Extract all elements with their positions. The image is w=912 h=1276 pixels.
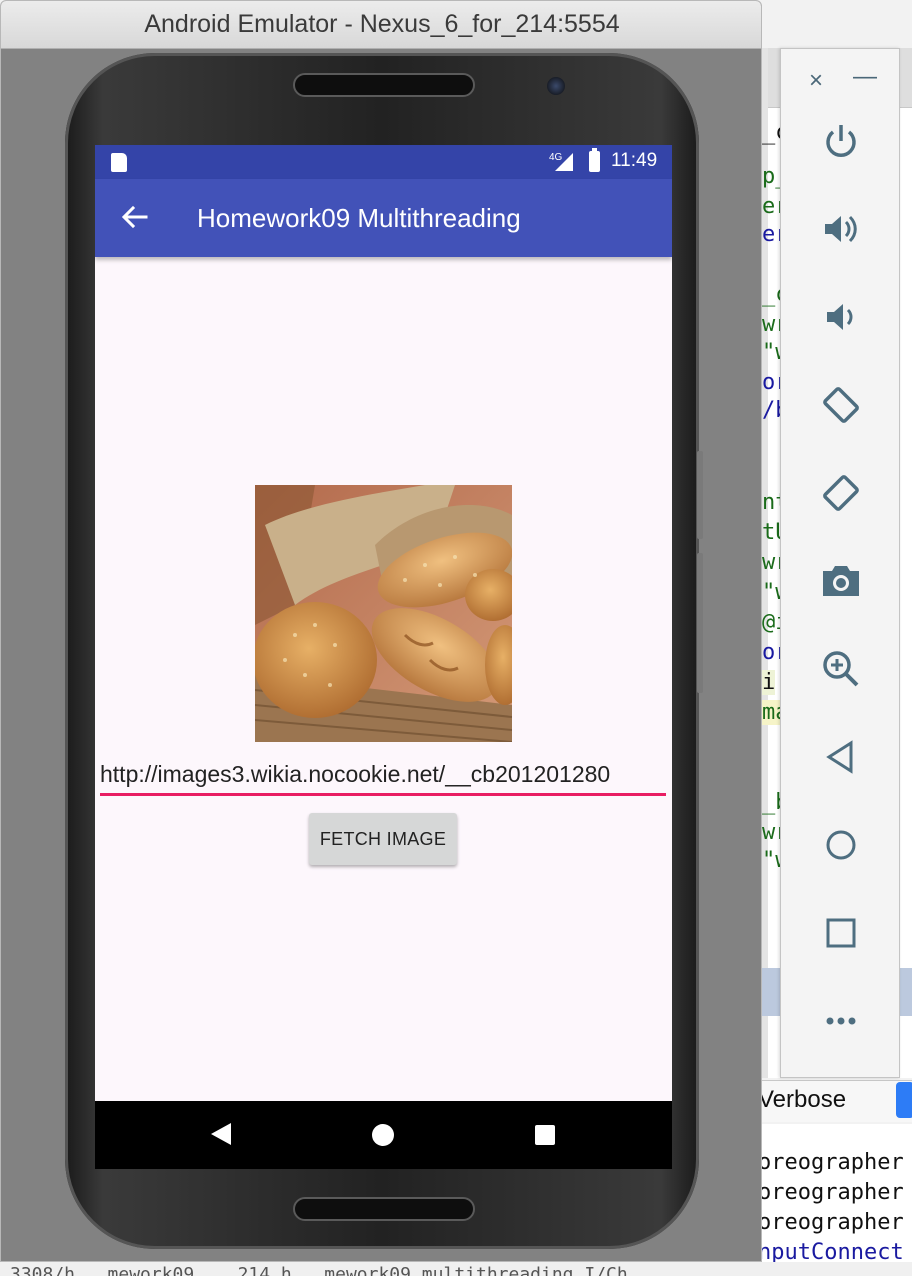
home-icon[interactable] [817, 821, 865, 869]
desktop: _c p_ er er _c wr "w or /b nt tU wr "w @… [0, 0, 912, 1276]
url-input-underline [100, 793, 666, 796]
emulator-toolbar: × — [780, 48, 900, 1078]
signal-icon [555, 153, 573, 171]
zoom-icon[interactable] [817, 645, 865, 693]
overview-icon[interactable] [817, 909, 865, 957]
front-camera [547, 77, 565, 95]
log-level-dropdown-button[interactable] [896, 1082, 912, 1118]
power-icon[interactable] [817, 117, 865, 165]
back-arrow-icon[interactable] [119, 201, 151, 233]
log-line: oreographer [758, 1180, 904, 1205]
nav-recents-icon[interactable] [535, 1125, 555, 1145]
page-title: Homework09 Multithreading [197, 203, 521, 233]
emulator-titlebar[interactable]: Android Emulator - Nexus_6_for_214:5554 [1, 1, 761, 49]
battery-icon [589, 148, 600, 172]
sd-card-icon [111, 153, 127, 172]
rotate-right-icon[interactable] [817, 469, 865, 517]
status-bar: 4G 11:49 [95, 145, 672, 179]
speaker-top [293, 73, 475, 97]
volume-up-icon[interactable] [817, 205, 865, 253]
fetch-image-button[interactable]: FETCH IMAGE [309, 813, 457, 865]
minimize-icon[interactable]: — [853, 63, 877, 91]
volume-rocker[interactable] [697, 451, 703, 539]
url-input[interactable]: http://images3.wikia.nocookie.net/__cb20… [100, 757, 666, 797]
power-side-button[interactable] [697, 553, 703, 693]
more-icon[interactable] [817, 997, 865, 1045]
close-icon[interactable]: × [809, 67, 823, 95]
emulator-window: Android Emulator - Nexus_6_for_214:5554 … [0, 0, 762, 1262]
speaker-bottom [293, 1197, 475, 1221]
nav-home-icon[interactable] [372, 1124, 394, 1146]
fetched-image [255, 485, 512, 742]
app-bar: Homework09 Multithreading [95, 179, 672, 257]
url-input-value[interactable]: http://images3.wikia.nocookie.net/__cb20… [100, 761, 666, 788]
nav-back-icon[interactable] [211, 1123, 231, 1145]
log-level-select[interactable]: Verbose [758, 1086, 846, 1114]
window-title: Android Emulator - Nexus_6_for_214:5554 [144, 10, 620, 38]
rotate-left-icon[interactable] [817, 381, 865, 429]
status-time: 11:49 [611, 150, 658, 171]
log-line: oreographer [758, 1150, 904, 1175]
log-line: 3308/h...mework09....214 h...mework09 mu… [10, 1264, 661, 1276]
code-line: i [762, 670, 776, 695]
back-icon[interactable] [817, 733, 865, 781]
camera-icon[interactable] [817, 557, 865, 605]
navigation-bar [95, 1101, 672, 1169]
phone-screen: 4G 11:49 Homework09 Multithreading http:… [95, 145, 672, 1101]
volume-down-icon[interactable] [817, 293, 865, 341]
log-line: oreographer [758, 1210, 904, 1235]
